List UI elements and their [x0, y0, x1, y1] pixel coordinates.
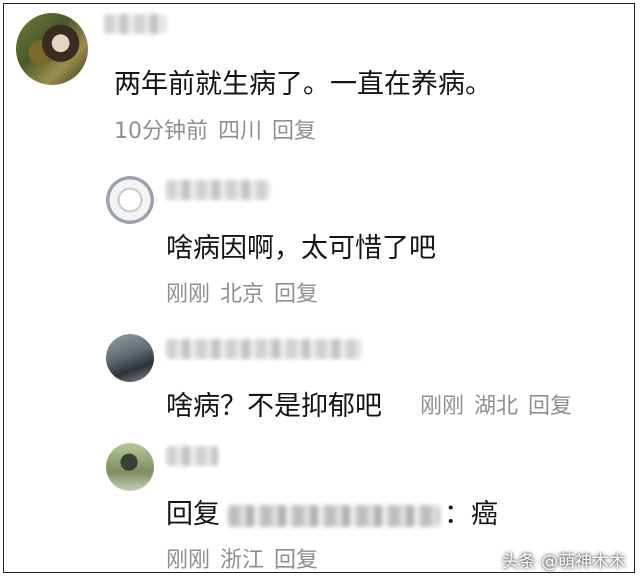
reply-prefix: 回复 — [166, 499, 220, 530]
comment-meta: 刚刚 湖北 回复 — [420, 388, 582, 420]
avatar[interactable] — [106, 443, 154, 491]
comment-meta: 刚刚 北京 回复 — [166, 276, 328, 308]
comment-text: 两年前就生病了。一直在养病。 — [114, 69, 492, 100]
reply-button[interactable]: 回复 — [274, 282, 318, 307]
comment-location: 四川 — [218, 119, 263, 144]
comment-location: 浙江 — [220, 548, 265, 573]
avatar[interactable] — [106, 334, 154, 382]
comment-meta: 10分钟前 四川 回复 — [114, 113, 326, 145]
reply-target-blurred[interactable] — [228, 504, 440, 527]
comment-time: 10分钟前 — [114, 119, 208, 144]
username-blurred[interactable] — [166, 180, 270, 200]
comment-time: 刚刚 — [166, 282, 211, 307]
avatar[interactable] — [106, 176, 154, 224]
watermark: 头条 @萌神木木 — [501, 552, 626, 572]
comment-text: 啥病？不是抑郁吧 — [166, 391, 382, 422]
comment-meta: 刚刚 浙江 回复 — [166, 542, 328, 574]
reply-button[interactable]: 回复 — [528, 394, 572, 419]
comment-location: 北京 — [220, 282, 265, 307]
username-blurred[interactable] — [166, 446, 218, 466]
avatar[interactable] — [16, 13, 88, 85]
username-blurred[interactable] — [104, 14, 166, 34]
comment-text: 啥病因啊，太可惜了吧 — [166, 233, 436, 264]
comment-time: 刚刚 — [420, 394, 465, 419]
reply-content: ：癌 — [444, 499, 498, 530]
reply-button[interactable]: 回复 — [272, 119, 316, 144]
comment-time: 刚刚 — [166, 548, 211, 573]
comment-location: 湖北 — [474, 394, 519, 419]
comment-text: 回复 ：癌 — [166, 492, 498, 531]
reply-button[interactable]: 回复 — [274, 548, 318, 573]
username-blurred[interactable] — [166, 339, 362, 359]
